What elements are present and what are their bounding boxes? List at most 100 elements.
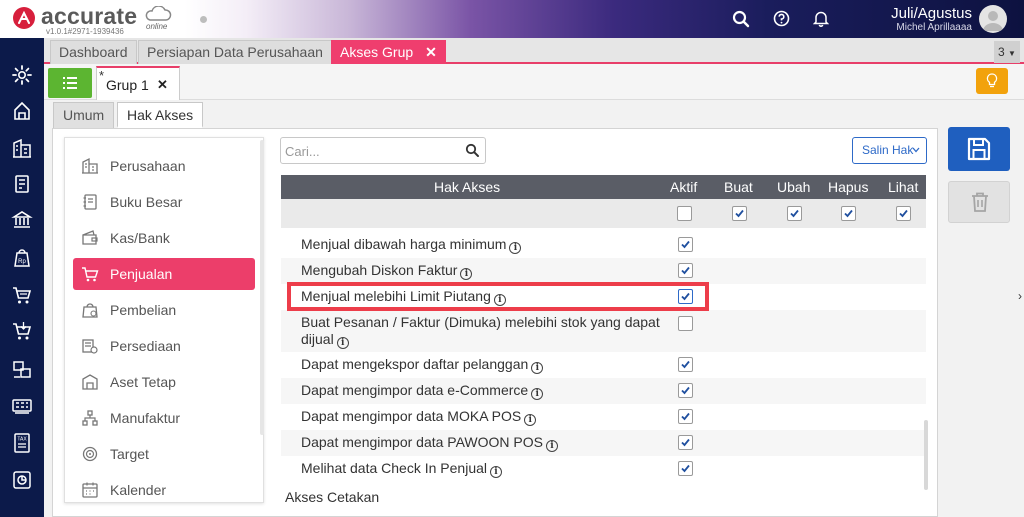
tab-count: 3 [998,45,1005,59]
tab-dashboard[interactable]: Dashboard [50,40,137,64]
bank-icon[interactable] [11,209,33,231]
tab-label: Umum [63,107,105,123]
aktif-checkbox[interactable] [678,409,693,424]
close-tab-icon[interactable]: ✕ [425,44,437,60]
chevron-right-icon[interactable]: › [1018,289,1022,303]
column-header-lihat: Lihat [888,179,919,195]
menu-item-label: Buku Besar [110,194,183,210]
aktif-checkbox[interactable] [678,316,693,331]
app-logo-text: accurate [41,3,138,29]
tab-umum[interactable]: Umum [53,102,115,128]
menu-item-aset-tetap[interactable]: Aset Tetap [73,366,255,398]
info-icon[interactable]: i [336,337,349,349]
menu-item-label: Aset Tetap [110,374,176,390]
check-icon [681,412,690,421]
table-row: Melihat data Check In Penjual i [281,456,926,482]
app-version: v1.0.1#2971-1939436 [46,27,124,36]
permission-label: Dapat mengekspor daftar pelanggan i [301,356,544,374]
menu-item-label: Persediaan [110,338,181,354]
select-all-aktif-checkbox[interactable] [677,206,692,221]
info-icon[interactable]: i [460,268,473,280]
menu-item-penjualan[interactable]: Penjualan [73,258,255,290]
tab-grup-1[interactable]: * Grup 1 ✕ [96,66,180,100]
notification-bell-icon[interactable] [813,10,829,27]
list-view-button[interactable] [48,68,92,98]
info-icon[interactable]: i [545,440,558,452]
general-ledger-icon[interactable] [11,137,33,159]
select-all-lihat-checkbox[interactable] [896,206,911,221]
trash-icon [972,192,988,212]
payment-bag-icon[interactable]: Rp [11,247,33,269]
aktif-checkbox[interactable] [678,435,693,450]
menu-item-target[interactable]: Target [73,438,255,470]
close-tab-icon[interactable]: ✕ [157,77,168,93]
check-icon [735,209,744,218]
select-all-ubah-checkbox[interactable] [787,206,802,221]
column-header-hapus: Hapus [828,179,869,195]
sales-cart-icon[interactable] [11,284,33,306]
permission-label: Menjual dibawah harga minimum i [301,236,522,254]
purchase-cart-icon[interactable] [11,320,33,342]
company-setup-icon[interactable] [11,100,33,122]
settings-gear-icon[interactable] [11,64,33,86]
fixed-asset-icon[interactable] [11,394,33,416]
highlight-box [287,282,709,311]
select-all-hapus-checkbox[interactable] [841,206,856,221]
top-header: accurate online v1.0.1#2971-1939436 Juli… [0,0,1024,38]
tab-akses-grup[interactable]: Akses Grup ✕ [331,40,446,64]
aktif-checkbox[interactable] [678,461,693,476]
tab-count-dropdown[interactable]: 3 ▼ [994,41,1020,63]
menu-item-kalender[interactable]: Kalender [73,474,255,502]
aktif-checkbox[interactable] [678,263,693,278]
book-icon[interactable] [11,173,33,195]
column-header-hak-akses: Hak Akses [434,179,501,195]
accurate-logo-icon[interactable] [13,7,35,29]
period-label[interactable]: Juli/Agustus [884,5,972,22]
tax-icon[interactable]: TAX [11,432,33,454]
tab-hak-akses[interactable]: Hak Akses [117,102,204,128]
user-name[interactable]: Michel Aprillaaaa [870,22,972,33]
aktif-checkbox[interactable] [678,383,693,398]
info-icon[interactable]: i [531,388,544,400]
aktif-checkbox[interactable] [678,357,693,372]
search-input[interactable] [285,141,455,161]
cart-icon [82,267,99,282]
tab-persiapan-data-perusahaan[interactable]: Persiapan Data Perusahaan [138,40,332,64]
menu-item-manufaktur[interactable]: Manufaktur [73,402,255,434]
report-icon[interactable] [11,469,33,491]
menu-item-perusahaan[interactable]: Perusahaan [73,150,255,182]
menu-item-label: Kalender [110,482,167,498]
save-button[interactable] [948,127,1010,171]
sub-tab-bar: * Grup 1 ✕ [44,64,1024,100]
inventory-icon[interactable] [11,358,33,380]
search-icon[interactable] [732,10,750,28]
menu-item-buku-besar[interactable]: Buku Besar [73,186,255,218]
menu-item-pembelian[interactable]: Pembelian [73,294,255,326]
user-avatar-icon[interactable] [979,5,1007,33]
menu-scrollbar[interactable] [260,140,264,435]
tips-button[interactable] [976,68,1008,94]
table-scrollbar[interactable] [924,420,928,490]
check-icon [681,240,690,249]
search-icon[interactable] [465,143,480,158]
info-icon[interactable]: i [531,362,544,374]
main-tab-bar: Dashboard Persiapan Data Perusahaan Akse… [44,38,1024,64]
info-icon[interactable]: i [490,466,502,478]
copy-permission-button[interactable]: Salin Hak [852,137,927,164]
calendar-icon [82,482,98,498]
permission-label: Mengubah Diskon Faktur i [301,262,473,280]
check-icon [844,209,853,218]
building-icon [82,157,98,174]
info-icon[interactable]: i [524,414,537,426]
select-all-buat-checkbox[interactable] [732,206,747,221]
permission-label: Buat Pesanan / Faktur (Dimuka) melebihi … [301,314,660,349]
save-icon [967,137,991,161]
help-icon[interactable] [773,10,790,27]
aktif-checkbox[interactable] [678,237,693,252]
delete-button[interactable] [948,181,1010,223]
menu-item-kas-bank[interactable]: Kas/Bank [73,222,255,254]
menu-item-persediaan[interactable]: Persediaan [73,330,255,362]
permission-label: Dapat mengimpor data e-Commerce i [301,382,544,400]
list-icon [63,77,77,89]
info-icon[interactable]: i [509,242,522,254]
